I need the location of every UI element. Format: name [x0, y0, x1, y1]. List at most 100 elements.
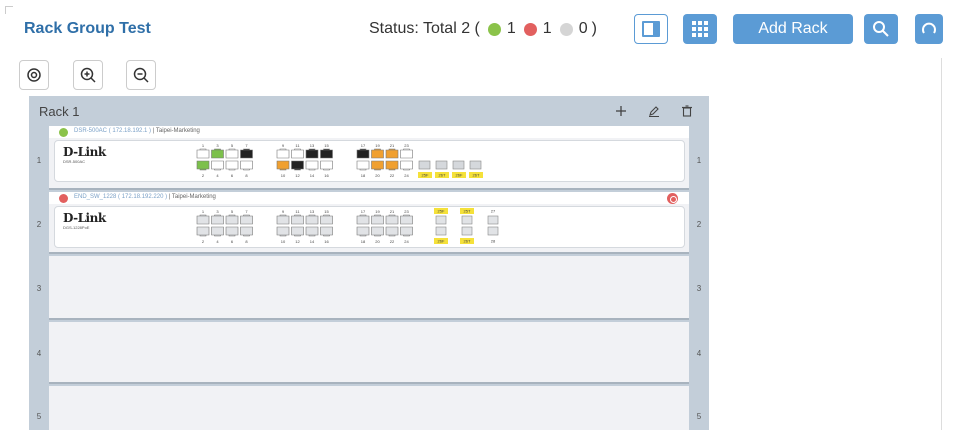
rack-slot-5[interactable]: [49, 386, 689, 430]
search-button[interactable]: [864, 14, 898, 44]
ethernet-port: [356, 160, 370, 171]
ethernet-port: [371, 214, 384, 225]
sfp-port: [487, 226, 499, 236]
port-label-top: 3: [216, 209, 219, 214]
port-label-bottom: 8: [245, 173, 248, 178]
port-label-bottom: 18: [361, 239, 366, 244]
port-label-top: 21: [390, 209, 395, 214]
port-label-top: 7: [245, 209, 248, 214]
port-label-top: 11: [295, 143, 300, 148]
device-panel[interactable]: D-Link DSR-500AC 1 2 3 4 5 6 7 8 9 10 11 12 13 14 15 16…: [54, 140, 685, 182]
port-label-bottom: 22: [390, 173, 395, 178]
rack-slot-1[interactable]: DSR-500AC ( 172.18.192.1 ) | Taipei-Mark…: [49, 126, 689, 190]
sfp-port: [435, 215, 447, 225]
sfp-port: [418, 160, 431, 170]
port-label-bottom: 24: [404, 173, 409, 178]
trash-icon: [682, 105, 692, 117]
ethernet-port: [276, 160, 290, 171]
ethernet-port: [211, 160, 224, 171]
ethernet-port: [400, 226, 413, 237]
ethernet-port: [291, 160, 304, 171]
port-label-top: 17: [361, 143, 366, 148]
status-green-dot: [487, 22, 501, 36]
port-label-bottom: 8: [245, 239, 248, 244]
ethernet-port: [385, 160, 399, 171]
pencil-icon: [649, 106, 659, 117]
ethernet-port: [320, 148, 333, 159]
device-info[interactable]: END_SW_1228 ( 172.18.192.220 ) | Taipei-…: [74, 194, 216, 200]
sfp-port: [435, 226, 447, 236]
port-label-bottom: 20: [375, 173, 380, 178]
ethernet-port: [356, 148, 370, 159]
ethernet-port: [291, 148, 304, 159]
ethernet-port: [240, 226, 253, 237]
device-name: END_SW_1228: [74, 194, 117, 200]
ethernet-port: [225, 160, 239, 171]
rack-slot-2[interactable]: END_SW_1228 ( 172.18.192.220 ) | Taipei-…: [49, 192, 689, 254]
port-label-bottom: 20: [375, 239, 380, 244]
sfp-label-bottom: 28: [491, 239, 496, 244]
device-info[interactable]: DSR-500AC ( 172.18.192.1 ) | Taipei-Mark…: [74, 128, 200, 134]
port-label-bottom: 4: [216, 173, 219, 178]
port-label-top: 5: [231, 209, 234, 214]
zoom-out-button[interactable]: [126, 60, 156, 90]
port-label-top: 9: [282, 209, 285, 214]
sfp-label-bottom: 26F: [438, 239, 445, 244]
port-label-bottom: 6: [231, 173, 234, 178]
device-separator: |: [168, 194, 171, 200]
port-label-top: 3: [216, 143, 219, 148]
rack-edit-button[interactable]: [643, 100, 665, 122]
locate-button[interactable]: [19, 60, 49, 90]
sfp-port: [469, 160, 482, 170]
ethernet-port: [305, 148, 319, 159]
port-label-bottom: 16: [324, 173, 329, 178]
device-name: DSR-500AC: [74, 128, 108, 134]
port-label-top: 15: [324, 143, 329, 148]
port-label-bottom: 2: [202, 173, 205, 178]
ethernet-port: [276, 148, 290, 159]
page-header: Rack Group Test Status: Total 2 ( 1 1 0 …: [0, 0, 955, 60]
rack-slot-4[interactable]: [49, 322, 689, 384]
port-label-bottom: 12: [295, 239, 300, 244]
device-location: Taipei-Marketing: [171, 194, 216, 200]
ethernet-port: [196, 148, 210, 159]
rack-delete-button[interactable]: [676, 100, 698, 122]
content-divider: [941, 58, 942, 430]
ethernet-port: [371, 226, 384, 237]
slot-number-right: 5: [696, 412, 702, 421]
ethernet-port: [320, 226, 333, 237]
port-label-top: 7: [245, 143, 248, 148]
port-label-top: 9: [282, 143, 285, 148]
port-label-top: 11: [295, 209, 300, 214]
sfp-label: 26F: [456, 173, 463, 178]
ethernet-port: [225, 226, 239, 237]
rack-add-button[interactable]: [610, 100, 632, 122]
status-close: ): [591, 20, 597, 37]
device-ip: ( 172.18.192.220 ): [118, 194, 168, 200]
grid-view-button[interactable]: [683, 14, 717, 44]
status-summary: Status: Total 2 ( 1 1 0 ): [369, 20, 597, 38]
sfp-label: 26T: [439, 173, 446, 178]
ethernet-port: [211, 214, 224, 225]
port-label-top: 23: [404, 209, 409, 214]
sfp-label-top: 27: [491, 209, 496, 214]
sfp-port: [461, 226, 473, 236]
slot-number-left: 4: [36, 349, 42, 358]
search-icon: [873, 21, 889, 37]
port-label-bottom: 12: [295, 173, 300, 178]
device-strip: END_SW_1228 ( 172.18.192.220 ) | Taipei-…: [49, 192, 689, 204]
add-rack-button[interactable]: Add Rack: [733, 14, 853, 44]
sfp-label: 25F: [422, 173, 429, 178]
port-label-bottom: 2: [202, 239, 205, 244]
refresh-button[interactable]: [915, 14, 943, 44]
device-panel[interactable]: D-Link DGS-1228PoE 1 2 3 4 5 6 7 8 9 10 11 12 13 14 15…: [54, 206, 685, 248]
port-label-bottom: 10: [281, 173, 286, 178]
ethernet-port: [305, 226, 319, 237]
rack-slot-3[interactable]: [49, 256, 689, 320]
ethernet-port: [240, 160, 253, 171]
alarm-icon[interactable]: [667, 193, 678, 204]
port-label-top: 23: [404, 143, 409, 148]
zoom-in-button[interactable]: [73, 60, 103, 90]
panel-view-button[interactable]: [634, 14, 668, 44]
device-separator: |: [152, 128, 155, 134]
